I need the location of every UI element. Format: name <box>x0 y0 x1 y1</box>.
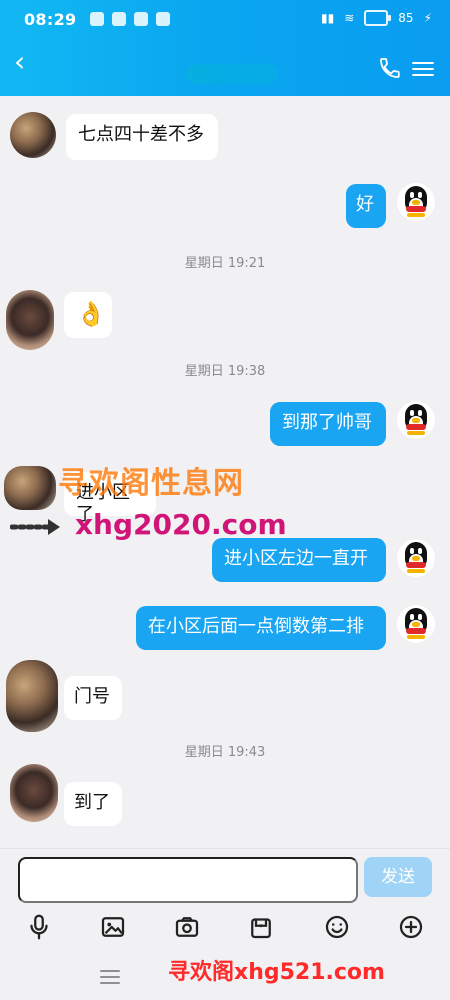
watermark-top-cn: 寻欢阁性息网 <box>58 466 244 501</box>
qq-penguin-eye-left <box>410 410 414 416</box>
status-app-icon-4 <box>156 12 170 26</box>
image-icon[interactable] <box>98 912 128 942</box>
watermark-bottom: 寻欢阁xhg521.com <box>168 960 385 985</box>
message-text: 在小区后面一点倒数第二排 <box>148 616 364 637</box>
status-app-icon-3 <box>134 12 148 26</box>
message-bubble-right[interactable]: 在小区后面一点倒数第二排 <box>136 606 386 650</box>
nav-menu-icon-line-1 <box>100 970 120 972</box>
avatar-left <box>10 112 56 158</box>
status-time: 08:29 <box>24 10 77 29</box>
timestamp: 星期日 19:43 <box>184 745 266 760</box>
input-bar: 发送 <box>0 848 450 909</box>
qq-penguin-eye-left <box>410 614 414 620</box>
message-text: 门号 <box>74 686 110 707</box>
menu-button[interactable] <box>412 58 434 78</box>
avatar-image <box>6 660 58 732</box>
gift-icon[interactable] <box>246 912 276 942</box>
qq-penguin-scarf <box>406 206 426 212</box>
qq-avatar-icon <box>396 604 436 644</box>
avatar-image <box>10 112 56 158</box>
avatar-image <box>4 466 56 510</box>
qq-penguin-feet <box>407 569 425 573</box>
avatar-left <box>4 466 56 510</box>
nav-menu-button[interactable] <box>100 966 120 984</box>
chat-header: 08:29 ▮▮ ≋ 85 ⚡ ‹ <box>0 0 450 96</box>
plus-icon[interactable] <box>396 912 426 942</box>
qq-penguin-beak <box>412 556 420 561</box>
charging-icon: ⚡ <box>423 11 432 25</box>
timestamp: 星期日 19:21 <box>184 256 266 271</box>
message-input[interactable] <box>18 857 358 903</box>
qq-penguin-feet <box>407 213 425 217</box>
qq-avatar-icon <box>396 182 436 222</box>
qq-avatar-icon <box>396 538 436 578</box>
menu-icon-line-3 <box>412 74 434 76</box>
phone-icon[interactable] <box>378 56 402 80</box>
qq-penguin-beak <box>412 200 420 205</box>
watermark-arrow-icon <box>10 519 60 535</box>
signal-icon: ▮▮ <box>321 11 335 25</box>
message-bubble-right[interactable]: 到那了帅哥 <box>270 402 386 446</box>
qq-penguin-feet <box>407 635 425 639</box>
ok-hand-emoji: 👌 <box>76 300 106 328</box>
qq-penguin-eye-left <box>410 192 414 198</box>
qq-penguin-scarf <box>406 424 426 430</box>
timestamp: 星期日 19:38 <box>184 364 266 379</box>
emoji-icon[interactable] <box>322 912 352 942</box>
avatar-left <box>6 660 58 732</box>
back-icon: ‹ <box>14 45 26 78</box>
mic-icon[interactable] <box>24 912 54 942</box>
avatar-left <box>6 290 54 350</box>
qq-penguin-feet <box>407 431 425 435</box>
contact-title-blurred <box>186 64 278 84</box>
qq-penguin-eye-right <box>418 548 422 554</box>
qq-penguin-eye-right <box>418 410 422 416</box>
menu-icon-line-1 <box>412 62 434 64</box>
menu-icon-line-2 <box>412 68 434 70</box>
qq-penguin-scarf <box>406 628 426 634</box>
watermark-top-url: xhg2020.com <box>75 508 287 541</box>
qq-avatar-icon <box>396 400 436 440</box>
message-bubble-right[interactable]: 好 <box>346 184 386 228</box>
message-bubble-left[interactable]: 到了 <box>64 782 122 826</box>
status-bar: 08:29 ▮▮ ≋ 85 ⚡ <box>0 0 450 38</box>
message-bubble-left[interactable]: 👌 <box>64 292 112 338</box>
message-bubble-left[interactable]: 门号 <box>64 676 122 720</box>
status-right-icons: ▮▮ ≋ 85 ⚡ <box>321 10 432 26</box>
avatar-left <box>10 764 58 822</box>
qq-penguin-eye-right <box>418 614 422 620</box>
message-bubble-left[interactable]: 七点四十差不多 <box>66 114 218 160</box>
battery-icon <box>364 10 392 26</box>
status-app-icon-1 <box>90 12 104 26</box>
message-text: 七点四十差不多 <box>78 124 204 145</box>
message-text: 到了 <box>74 792 110 813</box>
nav-menu-icon-line-2 <box>100 976 120 978</box>
qq-penguin-scarf <box>406 562 426 568</box>
avatar-image <box>6 290 54 350</box>
qq-penguin-eye-left <box>410 548 414 554</box>
qq-penguin-beak <box>412 622 420 627</box>
wifi-icon: ≋ <box>344 11 355 25</box>
camera-icon[interactable] <box>172 912 202 942</box>
back-button[interactable]: ‹ <box>14 48 34 76</box>
message-text: 进小区左边一直开 <box>224 548 368 569</box>
battery-text: 85 <box>398 11 414 25</box>
message-text: 到那了帅哥 <box>282 412 372 433</box>
status-app-icon-2 <box>112 12 126 26</box>
avatar-image <box>10 764 58 822</box>
message-text: 好 <box>356 194 374 215</box>
nav-menu-icon-line-3 <box>100 982 120 984</box>
qq-penguin-eye-right <box>418 192 422 198</box>
chat-toolbar <box>0 908 450 948</box>
qq-penguin-beak <box>412 418 420 423</box>
send-button[interactable]: 发送 <box>364 857 432 897</box>
